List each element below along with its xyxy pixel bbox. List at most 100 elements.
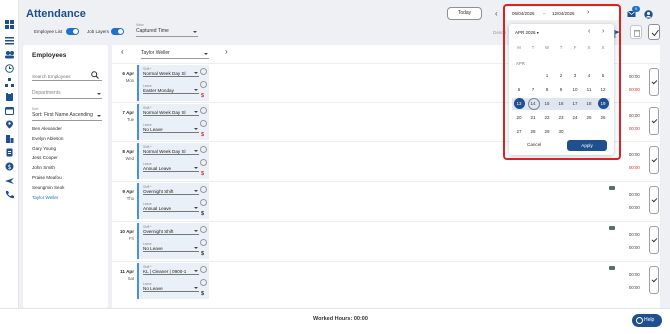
clock-icon[interactable] [5, 64, 14, 73]
highlight-box [503, 4, 621, 160]
shift-value: Overnight Shift [143, 189, 174, 194]
help-button[interactable]: Help [632, 314, 662, 327]
dollar-red-icon[interactable]: $ [201, 93, 204, 99]
leave-select[interactable]: Leave Annual Leave [143, 202, 199, 212]
prev-employee-arrow-icon[interactable]: ‹ [121, 47, 124, 56]
comment-icon[interactable] [609, 186, 615, 190]
leave-select[interactable]: Leave No Leave [143, 242, 199, 252]
dashboard-icon[interactable] [5, 20, 14, 29]
approve-day-button[interactable] [649, 266, 659, 294]
sort-select-label: Sort [32, 107, 39, 111]
approve-day-button[interactable] [649, 226, 659, 254]
departments-select-label: Departments [32, 90, 61, 96]
timer-icon[interactable] [200, 199, 207, 206]
dollar-red-icon[interactable]: $ [201, 171, 204, 177]
employee-list-item[interactable]: Ben Alexander [32, 124, 64, 134]
next-employee-arrow-icon[interactable]: › [225, 47, 228, 56]
employee-select[interactable]: Taylor Weller [141, 48, 209, 59]
chevron-down-icon [194, 89, 198, 91]
comment-icon[interactable] [609, 226, 615, 230]
employee-list-item[interactable]: Praise Meafou [32, 173, 64, 183]
today-button[interactable]: Today [447, 7, 482, 20]
block-icon[interactable] [200, 186, 207, 193]
timer-icon[interactable] [200, 279, 207, 286]
day-date: 8 Apr [122, 149, 134, 154]
time-variance: 00:00 [629, 126, 640, 131]
job-layers-toggle[interactable] [111, 28, 124, 35]
leave-value: Easter Monday [143, 88, 174, 93]
dollar-red-icon[interactable]: $ [201, 132, 204, 138]
phone-icon[interactable] [5, 190, 14, 199]
approve-day-button[interactable] [649, 68, 659, 96]
chevron-down-icon [194, 128, 198, 130]
delete-all-button[interactable] [630, 25, 642, 39]
timer-icon[interactable] [200, 120, 207, 127]
chevron-down-icon [97, 93, 101, 95]
approve-all-button[interactable] [648, 24, 660, 40]
shift-card: Shift * Normal Week Day Sl Leave No Leave [137, 104, 209, 140]
org-chart-icon[interactable] [5, 78, 14, 87]
time-total: 00:00 [629, 74, 640, 79]
building-icon[interactable] [5, 134, 14, 143]
employee-list-toggle-label: Employee List [34, 29, 63, 34]
plane-icon[interactable] [5, 176, 14, 185]
shift-select[interactable]: Shift * Normal Week Day Sl [143, 145, 199, 155]
prev-week-arrow-icon[interactable]: ‹ [495, 9, 498, 18]
view-select[interactable]: View Captured Time [136, 23, 198, 37]
shift-select[interactable]: Shift * Normal Week Day Sl [143, 106, 199, 116]
employee-list-item-selected[interactable]: Taylor Weller [32, 193, 64, 203]
departments-select[interactable]: Departments [32, 88, 102, 99]
search-icon[interactable] [91, 71, 99, 81]
timer-icon[interactable] [200, 81, 207, 88]
list-icon[interactable] [5, 36, 14, 45]
shift-value: Normal Week Day Sl [143, 71, 186, 76]
shift-select[interactable]: Shift * KL | Cleaner | 0900-1 [143, 265, 199, 275]
employee-list-item[interactable]: John Smith [32, 163, 64, 173]
location-icon[interactable] [5, 120, 14, 129]
shift-select[interactable]: Shift * Normal Week Day Sl [143, 67, 199, 77]
dollar-icon[interactable]: $ [201, 211, 204, 217]
trash-icon [634, 30, 640, 37]
time-total: 00:00 [629, 192, 640, 197]
approve-day-button[interactable] [649, 186, 659, 214]
leave-select[interactable]: Leave Easter Monday [143, 84, 199, 94]
time-variance: 00:00 [629, 87, 640, 92]
leave-select[interactable]: Leave Annual Leave [143, 162, 199, 172]
approve-day-button[interactable] [649, 107, 659, 135]
comment-icon[interactable] [609, 266, 615, 270]
leave-select[interactable]: Leave No Leave [143, 282, 199, 292]
chevron-down-icon [194, 247, 198, 249]
leave-value: Annual Leave [143, 206, 172, 211]
block-icon[interactable] [200, 146, 207, 153]
block-icon[interactable] [200, 68, 207, 75]
leave-select[interactable]: Leave No Leave [143, 123, 199, 133]
day-date: 7 Apr [122, 110, 134, 115]
block-icon[interactable] [200, 226, 207, 233]
people-icon[interactable] [5, 50, 14, 59]
block-icon[interactable] [200, 266, 207, 273]
employee-list-item[interactable]: Evelyn Ableson [32, 134, 64, 144]
sort-select[interactable]: Sort Sort: First Name Ascending [32, 107, 102, 121]
timer-icon[interactable] [200, 239, 207, 246]
clipboard-icon[interactable] [5, 92, 14, 101]
view-select-value: Captured Time [136, 28, 169, 34]
shift-select[interactable]: Shift * Overnight Shift [143, 185, 199, 195]
document-icon[interactable] [5, 148, 14, 157]
user-account-icon[interactable] [644, 10, 653, 21]
timer-icon[interactable] [200, 159, 207, 166]
approve-day-button[interactable] [649, 146, 659, 174]
time-total: 00:00 [629, 232, 640, 237]
block-icon[interactable] [200, 107, 207, 114]
employee-list-toggle[interactable] [66, 28, 79, 35]
employee-list-item[interactable]: Gary Young [32, 144, 64, 154]
day-row-sat: 11 Apr Sat Shift * KL | Cleaner | 0900-1 … [110, 261, 661, 299]
employee-list-item[interactable]: Jess Cooper [32, 153, 64, 163]
dollar-icon[interactable]: $ [5, 162, 14, 171]
employee-list-item[interactable]: Seungmin Seok [32, 183, 64, 193]
shift-select[interactable]: Shift * Overnight Shift [143, 225, 199, 235]
dollar-icon[interactable]: $ [201, 251, 204, 257]
dollar-icon[interactable]: $ [201, 291, 204, 297]
day-weekday: Wed [125, 156, 134, 161]
calendar-icon[interactable] [5, 106, 14, 115]
time-total: 00:00 [629, 113, 640, 118]
